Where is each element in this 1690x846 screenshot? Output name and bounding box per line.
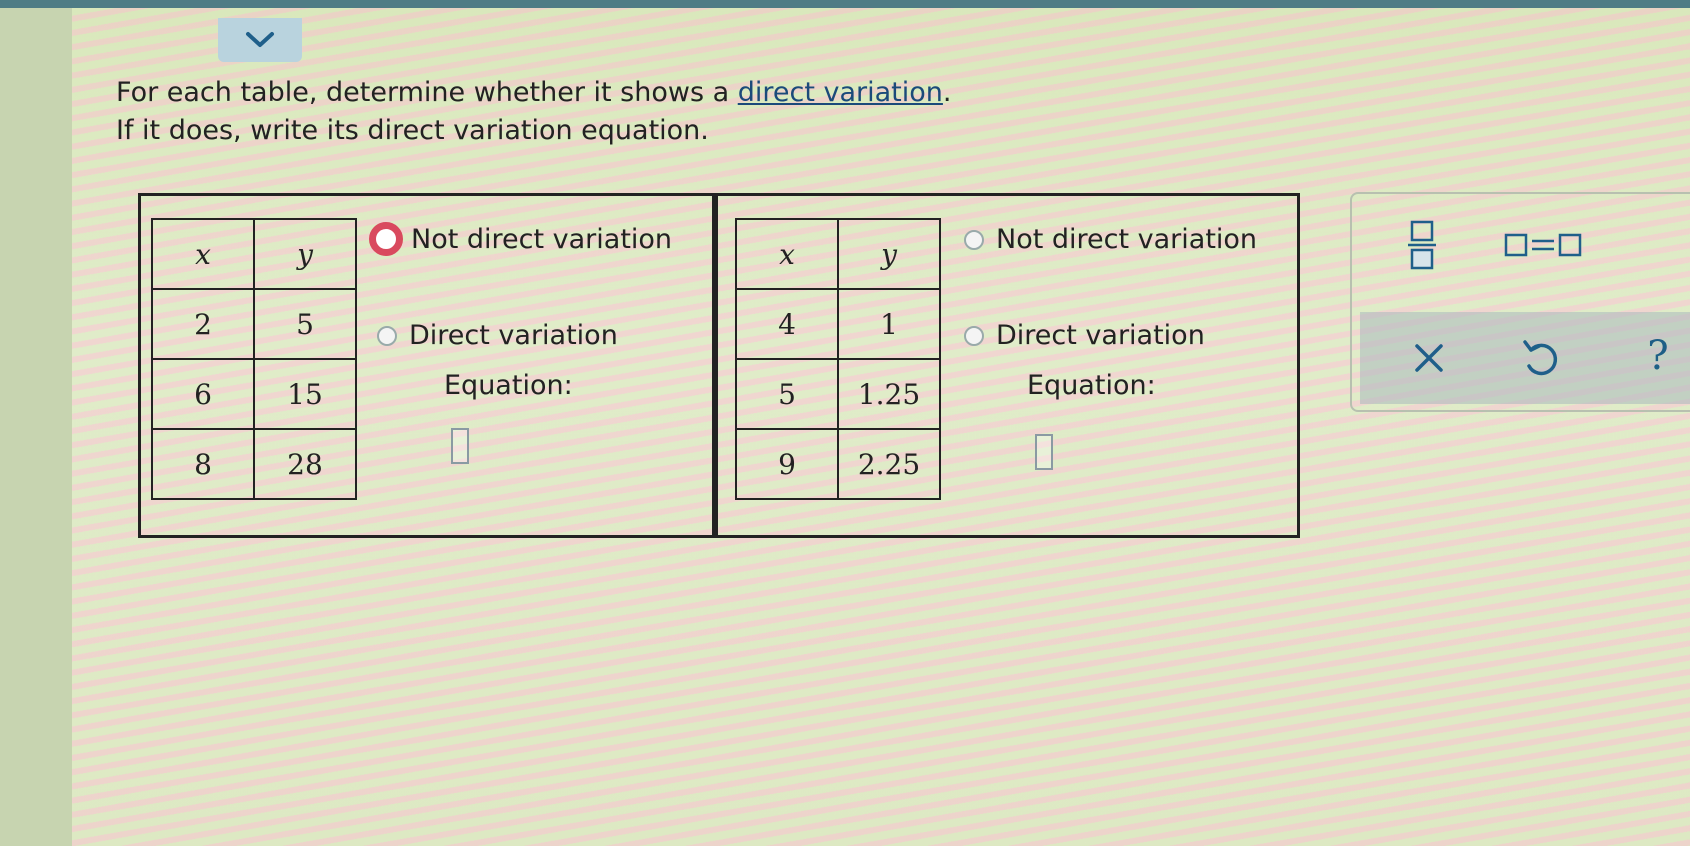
equals-template-icon [1504, 233, 1582, 257]
table-row: 6 15 [151, 358, 357, 430]
table-row: 4 1 [735, 288, 941, 360]
not-direct-variation-option[interactable]: Not direct variation [369, 222, 672, 256]
header-x: x [151, 218, 255, 290]
equals-template-button[interactable] [1502, 224, 1584, 266]
left-margin [0, 0, 72, 846]
table-row: 5 1.25 [735, 358, 941, 430]
direct-variation-option[interactable]: Direct variation [964, 320, 1205, 351]
toolbar-action-row: ? [1360, 312, 1690, 404]
collapse-toggle[interactable] [218, 18, 302, 62]
radio-icon[interactable] [377, 325, 397, 346]
cell-y: 2.25 [837, 428, 941, 500]
math-toolbar: ? [1350, 192, 1690, 412]
radio-icon[interactable] [964, 325, 984, 346]
undo-icon [1523, 340, 1558, 376]
fraction-button[interactable] [1402, 216, 1442, 274]
top-bar [0, 0, 1690, 8]
radio-selected-icon[interactable] [369, 222, 403, 256]
fraction-icon [1408, 220, 1436, 270]
equation-input[interactable] [1035, 434, 1053, 470]
radio-icon[interactable] [964, 229, 984, 250]
equation-label: Equation: [444, 370, 573, 401]
instructions-line-2: If it does, write its direct variation e… [116, 115, 709, 146]
cell-x: 9 [735, 428, 839, 500]
problem-1: x y 2 5 6 15 8 28 Not direct variation D… [138, 193, 715, 538]
xy-table: x y 2 5 6 15 8 28 [151, 218, 357, 500]
equation-input[interactable] [451, 428, 469, 464]
not-direct-variation-option[interactable]: Not direct variation [964, 224, 1257, 255]
cell-y: 1 [837, 288, 941, 360]
cell-x: 6 [151, 358, 255, 430]
chevron-down-icon [246, 32, 274, 47]
header-y: y [253, 218, 357, 290]
undo-button[interactable] [1515, 334, 1563, 382]
problem-2: x y 4 1 5 1.25 9 2.25 Not direct variati… [715, 193, 1300, 538]
cell-y: 15 [253, 358, 357, 430]
clear-button[interactable] [1405, 334, 1453, 382]
direct-variation-link[interactable]: direct variation [738, 77, 943, 108]
equation-label: Equation: [1027, 370, 1156, 401]
cell-y: 5 [253, 288, 357, 360]
xy-table: x y 4 1 5 1.25 9 2.25 [735, 218, 941, 500]
cell-x: 8 [151, 428, 255, 500]
table-row: 9 2.25 [735, 428, 941, 500]
table-row: 8 28 [151, 428, 357, 500]
clear-icon [1415, 344, 1443, 372]
cell-x: 4 [735, 288, 839, 360]
instructions-line-1: For each table, determine whether it sho… [116, 77, 952, 108]
cell-y: 1.25 [837, 358, 941, 430]
table-row: 2 5 [151, 288, 357, 360]
table-header-row: x y [151, 218, 357, 290]
instructions: For each table, determine whether it sho… [116, 74, 952, 150]
direct-variation-option[interactable]: Direct variation [377, 320, 618, 351]
header-y: y [837, 218, 941, 290]
cell-x: 2 [151, 288, 255, 360]
cell-x: 5 [735, 358, 839, 430]
cell-y: 28 [253, 428, 357, 500]
table-header-row: x y [735, 218, 941, 290]
help-icon[interactable]: ? [1634, 330, 1682, 382]
header-x: x [735, 218, 839, 290]
